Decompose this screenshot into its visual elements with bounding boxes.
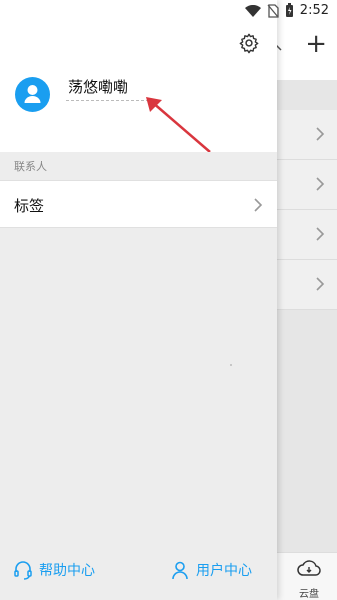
add-button[interactable]: + [305, 31, 327, 57]
side-drawer: 荡悠嘞嘞 联系人 标签 帮助中心 用户中心 [0, 0, 277, 600]
help-center-label: 帮助中心 [39, 563, 95, 579]
chevron-right-icon [316, 227, 325, 241]
cloud-download-icon [297, 560, 321, 576]
user-icon [172, 561, 188, 580]
avatar[interactable] [15, 77, 50, 112]
wifi-icon [244, 4, 261, 17]
username[interactable]: 荡悠嘞嘞 [68, 76, 128, 97]
user-center-button[interactable]: 用户中心 [170, 560, 252, 580]
tags-menu-item[interactable]: 标签 [0, 180, 277, 228]
headset-icon [14, 561, 32, 580]
annotation-arrow [146, 97, 211, 153]
no-sim-icon [267, 3, 279, 18]
chevron-right-icon [316, 177, 325, 191]
user-center-label: 用户中心 [196, 563, 252, 579]
drawer-footer: 帮助中心 用户中心 [0, 544, 277, 600]
cloud-tab[interactable]: 云盘 [295, 559, 323, 600]
chevron-right-icon [316, 277, 325, 291]
chevron-right-icon [254, 198, 263, 212]
tags-label: 标签 [14, 197, 45, 215]
cloud-tab-label: 云盘 [299, 589, 319, 600]
divider-dot [230, 364, 232, 366]
status-time: 2:52 [299, 3, 329, 18]
status-bar: 2:52 [0, 0, 337, 24]
contacts-section-header: 联系人 [0, 152, 277, 180]
user-silhouette-icon [24, 85, 41, 103]
chevron-right-icon [316, 127, 325, 141]
gear-icon[interactable] [238, 32, 260, 54]
help-center-button[interactable]: 帮助中心 [13, 560, 95, 580]
section-label: 联系人 [14, 160, 47, 173]
battery-icon [285, 3, 293, 17]
